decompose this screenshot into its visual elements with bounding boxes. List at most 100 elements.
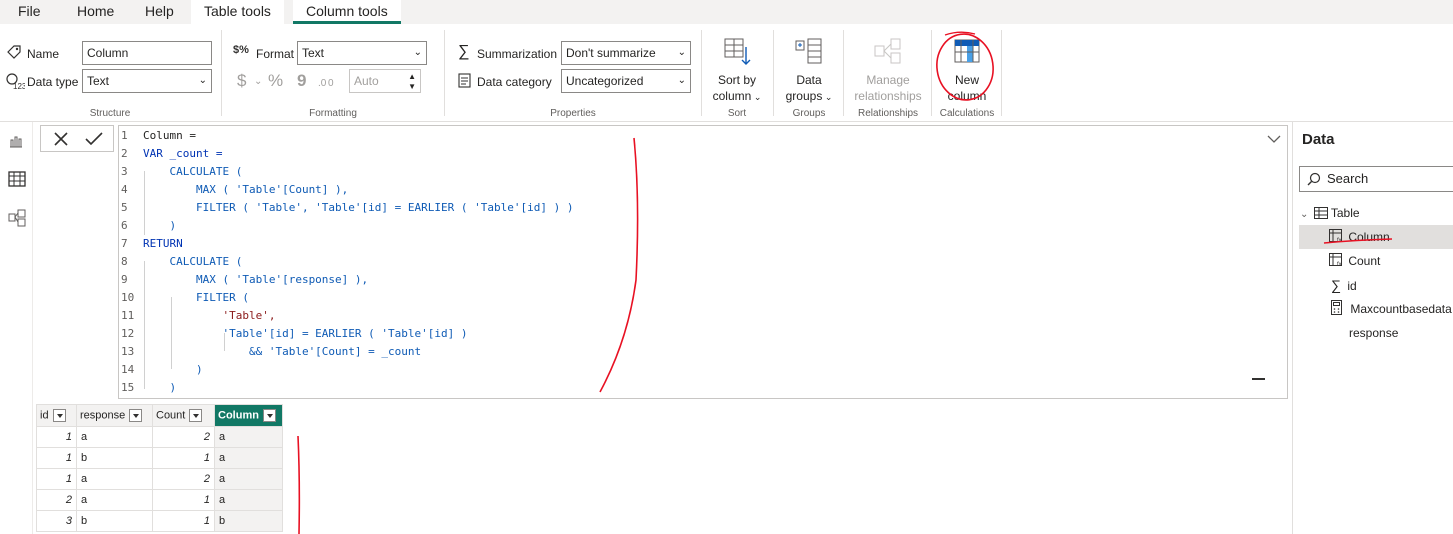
- data-category-value: Uncategorized: [566, 74, 644, 88]
- format-icon: $%: [233, 44, 249, 56]
- cell-count[interactable]: 1: [152, 510, 215, 532]
- cell-count[interactable]: 2: [152, 468, 215, 490]
- group-label-calculations: Calculations: [939, 108, 995, 119]
- sort-by-label-2: column: [712, 89, 752, 103]
- table-row: 3 b 1 b: [36, 510, 283, 532]
- decimal-places-icon: .0 0: [318, 78, 334, 89]
- line-number: 1: [121, 129, 128, 142]
- code-text: 'Table'[id] = EARLIER ( 'Table'[id] ): [143, 327, 468, 340]
- code-text: RETURN: [143, 237, 183, 250]
- summarization-dropdown[interactable]: Don't summarize ⌄: [561, 41, 691, 65]
- column-header-response[interactable]: response: [76, 404, 153, 427]
- column-header-id[interactable]: id: [36, 404, 77, 427]
- cell-id[interactable]: 1: [36, 426, 77, 448]
- sort-by-label-1: Sort by: [717, 73, 756, 87]
- data-type-icon: 123: [6, 73, 25, 90]
- report-view-icon[interactable]: [8, 133, 24, 149]
- group-label-relationships: Relationships: [857, 108, 919, 119]
- group-label-structure: Structure: [89, 108, 131, 119]
- chevron-down-icon: ⌄: [413, 47, 422, 58]
- cell-id[interactable]: 3: [36, 510, 77, 532]
- tab-help[interactable]: Help: [145, 0, 174, 24]
- cell-column[interactable]: a: [214, 426, 283, 448]
- svg-text:0: 0: [328, 78, 334, 89]
- code-text: ): [143, 381, 177, 394]
- cell-column[interactable]: a: [214, 489, 283, 511]
- calculated-column-icon: fx: [1329, 229, 1342, 244]
- sort-by-column-button[interactable]: Sort by column ⌄: [706, 37, 768, 105]
- group-label-sort: Sort: [727, 108, 747, 119]
- field-item-maxcountbasedata[interactable]: Maxcountbasedata: [1331, 297, 1452, 321]
- chevron-down-icon: ⌄: [677, 75, 686, 86]
- calculated-column-icon: fx: [1329, 253, 1342, 268]
- cell-response[interactable]: b: [76, 510, 153, 532]
- column-header-count[interactable]: Count: [152, 404, 215, 427]
- line-number: 11: [121, 309, 135, 322]
- filter-dropdown-icon[interactable]: [129, 409, 143, 422]
- cell-count[interactable]: 1: [152, 489, 215, 511]
- line-number: 4: [121, 183, 128, 196]
- field-item-count[interactable]: fx Count: [1329, 249, 1380, 273]
- tree-table-node[interactable]: ⌄ Table: [1300, 201, 1360, 225]
- cell-response[interactable]: a: [76, 468, 153, 490]
- cell-column[interactable]: b: [214, 510, 283, 532]
- tab-home[interactable]: Home: [77, 0, 114, 24]
- cell-column[interactable]: a: [214, 447, 283, 469]
- table-view-icon[interactable]: [8, 171, 26, 187]
- data-type-dropdown[interactable]: Text ⌄: [82, 69, 212, 93]
- data-groups-button[interactable]: Data groups ⌄: [778, 37, 840, 105]
- group-label-formatting: Formatting: [309, 108, 357, 119]
- cell-response[interactable]: b: [76, 447, 153, 469]
- cell-id[interactable]: 1: [36, 468, 77, 490]
- field-label: Count: [1348, 254, 1381, 268]
- new-column-button[interactable]: New column: [936, 37, 998, 104]
- cell-id[interactable]: 1: [36, 447, 77, 469]
- annotation-line: [297, 435, 301, 534]
- formula-editor[interactable]: 1 Column = 2 VAR _count = 3 CALCULATE ( 4 …: [118, 125, 1288, 399]
- field-item-column[interactable]: fx Column: [1299, 225, 1453, 249]
- field-label: Column: [1348, 230, 1390, 244]
- decimal-places-input[interactable]: Auto ▲ ▼: [349, 69, 421, 93]
- cell-column[interactable]: a: [214, 468, 283, 490]
- svg-text:123: 123: [13, 82, 25, 90]
- field-item-id[interactable]: ∑ id: [1331, 273, 1357, 297]
- filter-dropdown-icon[interactable]: [52, 409, 66, 422]
- column-header-column[interactable]: Column: [214, 404, 283, 427]
- cell-count[interactable]: 2: [152, 426, 215, 448]
- chevron-down-icon[interactable]: ⌄: [1300, 209, 1308, 220]
- group-label-groups: Groups: [792, 108, 826, 119]
- collapse-chevron-icon[interactable]: [1267, 134, 1281, 144]
- tab-column-tools[interactable]: Column tools: [293, 0, 401, 24]
- currency-button[interactable]: $: [237, 71, 246, 91]
- manage-relationships-button[interactable]: Manage relationships: [848, 37, 928, 104]
- cell-id[interactable]: 2: [36, 489, 77, 511]
- search-icon: [1307, 172, 1321, 186]
- data-category-dropdown[interactable]: Uncategorized ⌄: [561, 69, 691, 93]
- scroll-indicator: [1252, 378, 1265, 380]
- data-groups-label-1: Data: [796, 73, 822, 87]
- filter-dropdown-icon[interactable]: [189, 409, 203, 422]
- checkmark-icon[interactable]: [85, 131, 103, 147]
- cell-response[interactable]: a: [76, 489, 153, 511]
- code-text: && 'Table'[Count] = _count: [143, 345, 422, 358]
- cell-count[interactable]: 1: [152, 447, 215, 469]
- data-groups-label-2: groups: [785, 89, 823, 103]
- comma-button[interactable]: 9: [297, 71, 306, 91]
- model-view-icon[interactable]: [8, 209, 26, 227]
- svg-text:fx: fx: [1337, 262, 1342, 267]
- tab-table-tools[interactable]: Table tools: [191, 0, 284, 24]
- column-header-label: Column: [218, 409, 259, 422]
- tab-file[interactable]: File: [18, 0, 41, 24]
- search-input[interactable]: Search: [1299, 166, 1453, 192]
- field-item-response[interactable]: response: [1349, 321, 1398, 345]
- code-text: FILTER ( 'Table', 'Table'[id] = EARLIER …: [143, 201, 574, 214]
- spinner-icon[interactable]: ▲ ▼: [408, 72, 416, 92]
- cancel-icon[interactable]: [53, 131, 69, 147]
- sigma-icon: ∑: [458, 43, 470, 60]
- name-input[interactable]: Column: [82, 41, 212, 65]
- format-dropdown[interactable]: Text ⌄: [297, 41, 427, 65]
- percent-button[interactable]: %: [268, 71, 283, 91]
- filter-dropdown-icon[interactable]: [262, 409, 276, 422]
- cell-response[interactable]: a: [76, 426, 153, 448]
- chevron-down-icon[interactable]: ⌄: [254, 76, 262, 87]
